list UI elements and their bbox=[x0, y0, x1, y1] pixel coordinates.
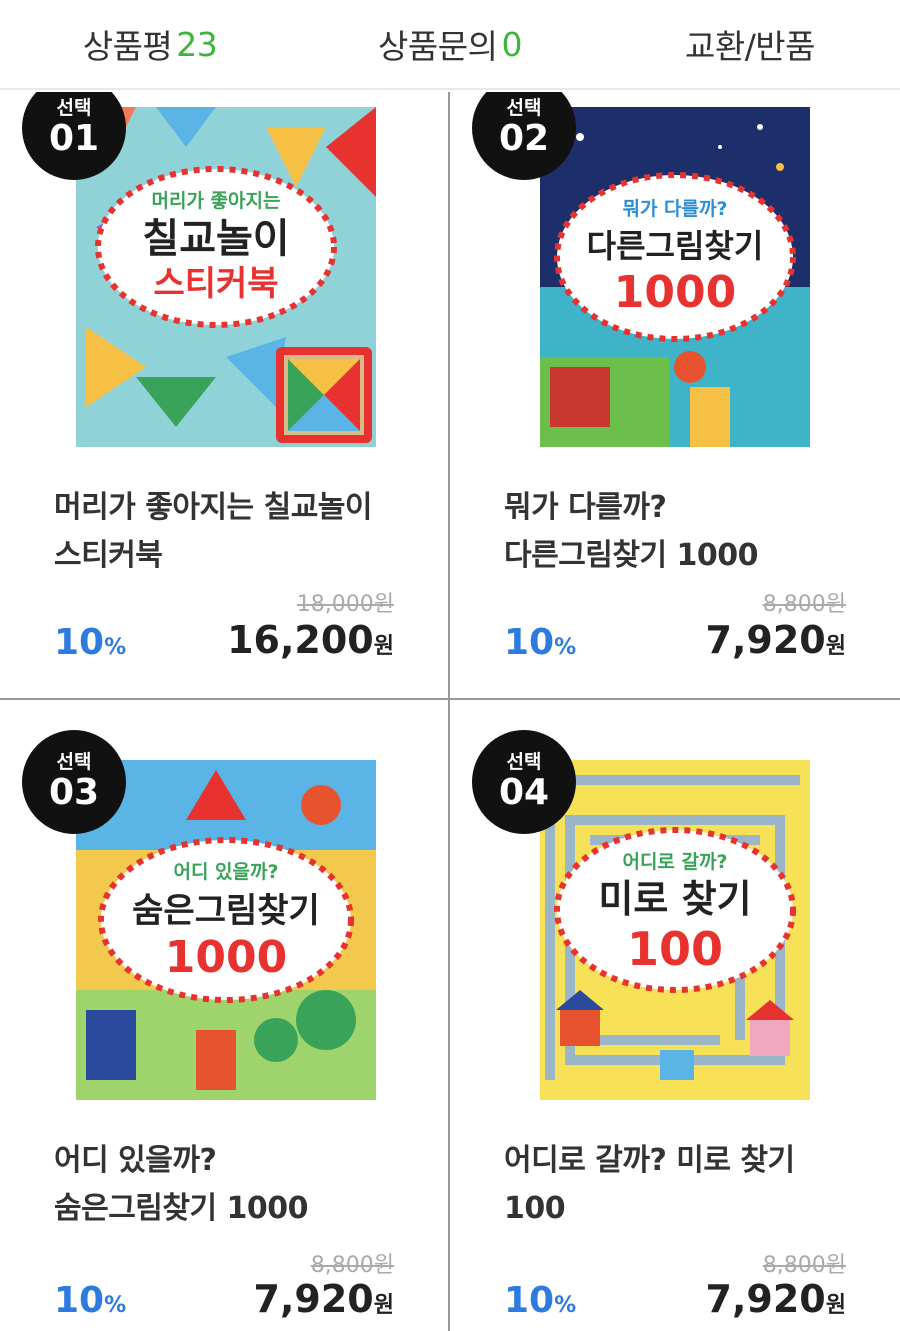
book-cover-4[interactable]: 어디로 갈까? 미로 찾기 100 bbox=[540, 760, 810, 1100]
maze-cover-image: 어디로 갈까? 미로 찾기 100 bbox=[540, 760, 810, 1100]
tab-exchange-return-label: 교환/반품 bbox=[684, 27, 816, 66]
book-cover-2[interactable]: 뭐가 다를까? 다른그림찾기 1000 bbox=[540, 107, 810, 447]
product-title-line2: 숨은그림찾기 1000 bbox=[54, 1191, 309, 1226]
original-price: 8,800원 bbox=[762, 592, 846, 617]
discount-unit: % bbox=[104, 1293, 127, 1318]
tab-inquiries-label: 상품문의 bbox=[378, 27, 498, 66]
tab-reviews-count: 23 bbox=[176, 24, 218, 64]
select-badge-4: 선택 04 bbox=[472, 730, 576, 834]
book-cover-1[interactable]: 머리가 좋아지는 칠교놀이 스티커북 bbox=[76, 107, 376, 447]
cover-title: 다른그림찾기 bbox=[587, 227, 764, 265]
discount-value: 10 bbox=[504, 622, 555, 663]
discount-rate: 10% bbox=[504, 1280, 576, 1321]
product-title-1[interactable]: 머리가 좋아지는 칠교놀이 스티커북 bbox=[54, 484, 434, 580]
badge-number: 01 bbox=[48, 118, 100, 159]
product-title-4[interactable]: 어디로 갈까? 미로 찾기 100 bbox=[504, 1137, 884, 1233]
sale-price: 7,920원 bbox=[706, 618, 846, 662]
product-title-line1: 뭐가 다를까? bbox=[504, 490, 667, 525]
product-title-line1: 어디 있을까? bbox=[54, 1143, 217, 1178]
discount-rate: 10% bbox=[504, 622, 576, 663]
cover-title: 숨은그림찾기 bbox=[132, 891, 320, 931]
sale-price-unit: 원 bbox=[373, 634, 394, 659]
sale-price-value: 16,200 bbox=[227, 618, 374, 662]
discount-unit: % bbox=[554, 635, 577, 660]
product-title-line2: 100 bbox=[504, 1191, 566, 1226]
original-price: 8,800원 bbox=[762, 1253, 846, 1278]
sale-price: 7,920원 bbox=[706, 1277, 846, 1321]
product-title-line1: 머리가 좋아지는 칠교놀이 bbox=[54, 490, 373, 525]
tangram-cover-image: 머리가 좋아지는 칠교놀이 스티커북 bbox=[76, 107, 376, 447]
discount-unit: % bbox=[104, 635, 127, 660]
discount-value: 10 bbox=[54, 622, 105, 663]
sale-price-unit: 원 bbox=[373, 1293, 394, 1318]
tab-reviews[interactable]: 상품평 23 bbox=[0, 0, 300, 88]
tab-inquiries[interactable]: 상품문의 0 bbox=[300, 0, 600, 88]
sale-price: 16,200원 bbox=[227, 618, 394, 662]
product-title-line2: 스티커북 bbox=[54, 538, 163, 573]
product-title-3[interactable]: 어디 있을까? 숨은그림찾기 1000 bbox=[54, 1137, 434, 1233]
badge-label: 선택 bbox=[506, 97, 542, 119]
product-card-1[interactable]: 선택 01 머리가 좋아지는 칠교놀이 스티커북 머리가 좋아지는 칠교놀이 스… bbox=[0, 92, 450, 700]
sale-price-value: 7,920 bbox=[705, 618, 826, 662]
discount-value: 10 bbox=[504, 1280, 555, 1321]
cover-title2: 1000 bbox=[165, 932, 287, 983]
cover-title: 미로 찾기 bbox=[598, 877, 751, 921]
product-title-2[interactable]: 뭐가 다를까? 다른그림찾기 1000 bbox=[504, 484, 884, 580]
badge-number: 02 bbox=[498, 118, 550, 159]
tab-inquiries-count: 0 bbox=[501, 24, 522, 64]
badge-label: 선택 bbox=[56, 97, 92, 119]
tab-reviews-label: 상품평 bbox=[82, 27, 173, 66]
cover-title2: 1000 bbox=[614, 267, 736, 318]
discount-value: 10 bbox=[54, 1280, 105, 1321]
product-card-2[interactable]: 선택 02 뭐가 다를까? 다른그림찾기 1000 뭐가 다를까? 다른그림찾기… bbox=[450, 92, 900, 700]
cover-subtitle: 어디로 갈까? bbox=[622, 851, 727, 873]
spot-difference-cover-image: 뭐가 다를까? 다른그림찾기 1000 bbox=[540, 107, 810, 447]
cover-subtitle: 뭐가 다를까? bbox=[622, 198, 727, 220]
discount-unit: % bbox=[554, 1293, 577, 1318]
sale-price-value: 7,920 bbox=[705, 1277, 826, 1321]
product-title-line2: 다른그림찾기 1000 bbox=[504, 538, 759, 573]
cover-title2: 스티커북 bbox=[153, 264, 278, 304]
hidden-picture-cover-image: 어디 있을까? 숨은그림찾기 1000 bbox=[76, 760, 376, 1100]
original-price: 8,800원 bbox=[310, 1253, 394, 1278]
sale-price-unit: 원 bbox=[825, 634, 846, 659]
tab-bar: 상품평 23 상품문의 0 교환/반품 bbox=[0, 0, 900, 90]
discount-rate: 10% bbox=[54, 1280, 126, 1321]
badge-label: 선택 bbox=[56, 751, 92, 773]
cover-subtitle: 머리가 좋아지는 bbox=[152, 190, 281, 212]
product-grid: 선택 01 머리가 좋아지는 칠교놀이 스티커북 머리가 좋아지는 칠교놀이 스… bbox=[0, 92, 900, 1331]
original-price: 18,000원 bbox=[296, 592, 394, 617]
sale-price-value: 7,920 bbox=[253, 1277, 374, 1321]
cover-title2: 100 bbox=[627, 922, 723, 976]
discount-rate: 10% bbox=[54, 622, 126, 663]
product-card-4[interactable]: 선택 04 어디로 갈까? 미로 찾기 100 어디로 갈까? 미로 찾기 10… bbox=[450, 700, 900, 1331]
badge-label: 선택 bbox=[506, 751, 542, 773]
tab-exchange-return[interactable]: 교환/반품 bbox=[600, 0, 900, 88]
product-title-line1: 어디로 갈까? 미로 찾기 bbox=[504, 1143, 795, 1178]
badge-number: 04 bbox=[498, 772, 550, 813]
sale-price-unit: 원 bbox=[825, 1293, 846, 1318]
sale-price: 7,920원 bbox=[254, 1277, 394, 1321]
cover-title: 칠교놀이 bbox=[142, 216, 289, 262]
cover-subtitle: 어디 있을까? bbox=[173, 861, 278, 883]
badge-number: 03 bbox=[48, 772, 100, 813]
product-card-3[interactable]: 선택 03 어디 있을까? 숨은그림찾기 1000 어디 있을까? 숨은그림찾기… bbox=[0, 700, 450, 1331]
select-badge-3: 선택 03 bbox=[22, 730, 126, 834]
book-cover-3[interactable]: 어디 있을까? 숨은그림찾기 1000 bbox=[76, 760, 376, 1100]
